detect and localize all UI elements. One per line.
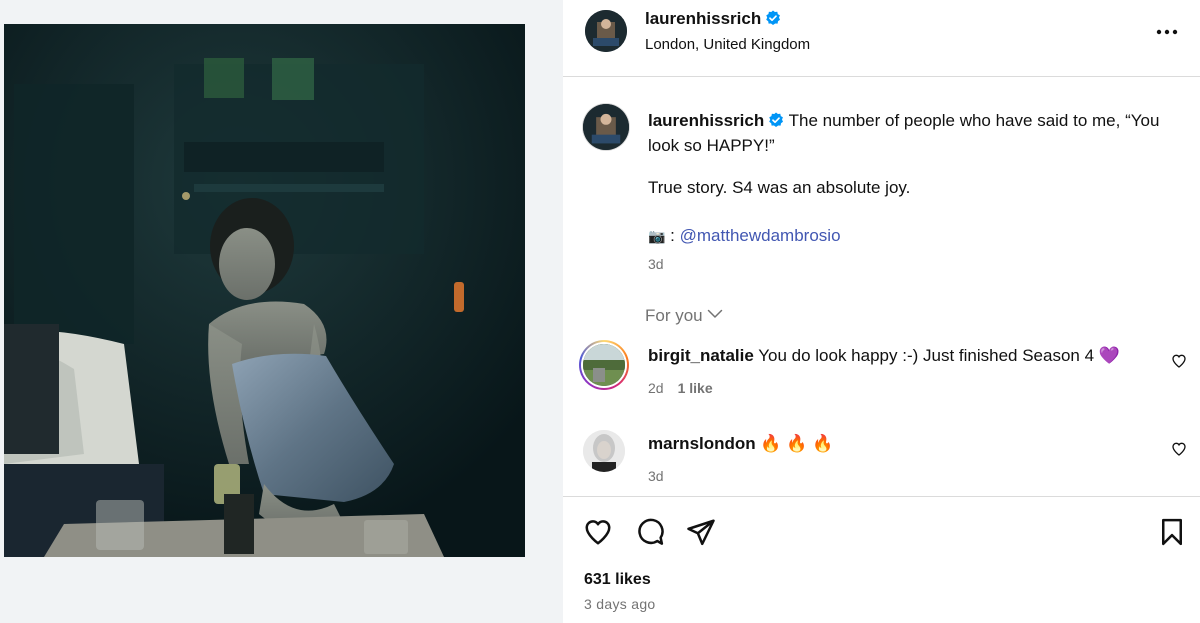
comment-text: 🔥 🔥 🔥: [760, 434, 834, 453]
caption-timestamp[interactable]: 3d: [648, 256, 664, 272]
commenter-avatar[interactable]: [583, 430, 625, 472]
commenter-avatar-image: [583, 344, 625, 386]
comments-sort-label: For you: [645, 306, 703, 325]
commenter-avatar[interactable]: [583, 344, 625, 386]
more-options-icon[interactable]: [1154, 24, 1180, 40]
share-icon[interactable]: [686, 517, 716, 547]
comments-sort-dropdown[interactable]: For you: [645, 306, 723, 326]
post-header: laurenhissrich London, United Kingdom: [563, 0, 1200, 77]
comment-text-row: birgit_natalie You do look happy :-) Jus…: [648, 346, 1120, 366]
post-details-panel: laurenhissrich London, United Kingdom la…: [563, 0, 1200, 623]
comment-text-row: marnslondon 🔥 🔥 🔥: [648, 434, 833, 454]
caption-author-avatar[interactable]: [583, 104, 629, 150]
commenter-username[interactable]: marnslondon: [648, 434, 756, 453]
comment-text: You do look happy :-) Just finished Seas…: [758, 346, 1120, 365]
camera-icon: 📷: [648, 228, 666, 244]
photo-woman-in-sequin-dress: [4, 24, 525, 557]
bookmark-icon[interactable]: [1157, 517, 1187, 547]
post-media-panel: [0, 0, 563, 623]
post-timestamp[interactable]: 3 days ago: [584, 596, 656, 612]
chevron-down-icon: [707, 309, 722, 318]
caption-credit: 📷 : @matthewdambrosio: [648, 226, 841, 246]
comment-time[interactable]: 2d: [648, 380, 664, 396]
verified-badge-icon: [766, 10, 781, 25]
author-username-row: laurenhissrich: [645, 9, 781, 29]
author-username[interactable]: laurenhissrich: [645, 9, 761, 28]
commenter-avatar-image: [583, 430, 625, 472]
comment-icon[interactable]: [635, 517, 665, 547]
comment-likes[interactable]: 1 like: [678, 380, 713, 396]
photographer-mention-link[interactable]: @matthewdambrosio: [680, 226, 841, 245]
post-location[interactable]: London, United Kingdom: [645, 36, 810, 53]
caption-username[interactable]: laurenhissrich: [648, 111, 764, 130]
comment-meta: 2d 1 like: [648, 380, 713, 396]
likes-count[interactable]: 631 likes: [584, 571, 651, 589]
comment-like-heart-icon[interactable]: [1171, 353, 1187, 369]
comment-time[interactable]: 3d: [648, 468, 664, 484]
caption-colon: :: [670, 226, 675, 245]
author-avatar[interactable]: [585, 10, 627, 52]
author-avatar-image: [585, 10, 627, 52]
post-actions-bar: 631 likes 3 days ago: [563, 496, 1200, 623]
comments-section: laurenhissrich The number of people who …: [563, 78, 1200, 496]
verified-badge-icon: [769, 112, 784, 127]
post-photo[interactable]: [4, 24, 525, 557]
caption-text: laurenhissrich The number of people who …: [648, 108, 1193, 158]
comment-meta: 3d: [648, 468, 664, 484]
commenter-username[interactable]: birgit_natalie: [648, 346, 754, 365]
comment-like-heart-icon[interactable]: [1171, 441, 1187, 457]
caption-author-avatar-image: [583, 104, 629, 150]
caption-line-2: True story. S4 was an absolute joy.: [648, 178, 911, 197]
heart-icon[interactable]: [583, 517, 613, 547]
